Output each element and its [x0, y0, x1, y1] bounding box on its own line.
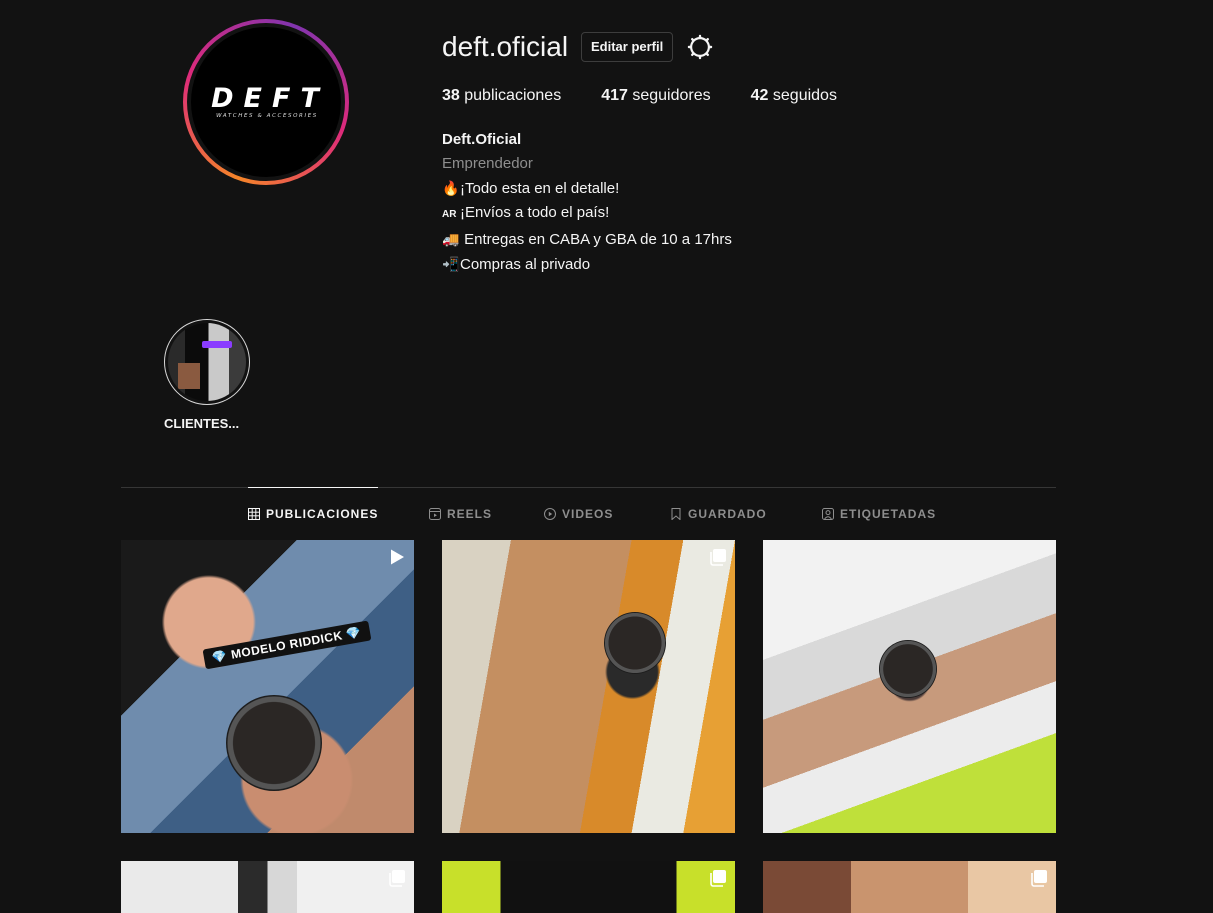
bio-line: 📲Compras al privado [442, 252, 732, 277]
highlight-cover-photo [178, 363, 200, 389]
post-thumbnail[interactable] [121, 861, 414, 913]
truck-icon: 🚚 [442, 231, 460, 247]
bio-line-text: ¡Envíos a todo el país! [460, 204, 610, 221]
tab-guardado[interactable]: GUARDADO [670, 507, 767, 521]
highlight-label[interactable]: CLIENTES... [164, 416, 239, 431]
play-circle-icon [544, 508, 556, 520]
tab-label: PUBLICACIONES [266, 507, 379, 521]
post-thumbnail[interactable]: 💎 MODELO RIDDICK 💎 [121, 540, 414, 833]
post-thumbnail[interactable] [763, 540, 1056, 833]
reels-icon [429, 508, 441, 520]
settings-gear-icon[interactable] [687, 34, 713, 60]
bio-name: Deft.Oficial [442, 131, 522, 148]
following-label: seguidos [772, 87, 837, 104]
watch-in-photo [879, 640, 937, 698]
deft-logo: DEFT WATCHES & ACCESORIES [191, 27, 341, 177]
posts-count: 38 [442, 87, 460, 104]
bio-line-text: Compras al privado [460, 256, 591, 273]
bio-line-text: ¡Todo esta en el detalle! [460, 180, 620, 197]
post-thumbnail[interactable] [442, 540, 735, 833]
tab-label: GUARDADO [688, 507, 767, 521]
tab-label: VIDEOS [562, 507, 614, 521]
watch-in-photo [604, 612, 666, 674]
phone-icon: 📲 [442, 256, 460, 272]
argentina-flag-icon: AR [442, 209, 457, 220]
bio-line: 🔥¡Todo esta en el detalle! [442, 176, 732, 201]
highlight-cover-tag [202, 341, 232, 348]
tab-label: ETIQUETADAS [840, 507, 937, 521]
grid-icon [248, 508, 260, 520]
highlight-cover-image [168, 323, 246, 401]
logo-main-text: DEFT [211, 82, 329, 114]
logo-sub-text: WATCHES & ACCESORIES [216, 112, 318, 119]
bio-line: AR ¡Envíos a todo el país! [442, 201, 732, 227]
tab-label: REELS [447, 507, 493, 521]
tab-publicaciones[interactable]: PUBLICACIONES [248, 487, 379, 521]
post-thumbnail[interactable] [442, 861, 735, 913]
profile-tabs: PUBLICACIONES REELS VIDEOS GUARDADO ETIQ… [121, 487, 1056, 540]
followers-count: 417 [601, 87, 628, 104]
fire-icon: 🔥 [442, 180, 460, 196]
profile-page: DEFT WATCHES & ACCESORIES deft.oficial E… [0, 0, 1213, 913]
posts-label: publicaciones [464, 87, 562, 104]
following-stat[interactable]: 42 seguidos [751, 87, 837, 105]
profile-username: deft.oficial [442, 31, 569, 62]
profile-bio: Deft.Oficial Emprendedor 🔥¡Todo esta en … [442, 128, 732, 277]
profile-avatar[interactable]: DEFT WATCHES & ACCESORIES [183, 19, 349, 185]
tab-videos[interactable]: VIDEOS [544, 507, 613, 521]
carousel-icon [710, 549, 726, 566]
post-sticker-text: 💎 MODELO RIDDICK 💎 [202, 620, 372, 670]
bio-category: Emprendedor [442, 155, 533, 172]
posts-count-stat: 38 publicaciones [442, 87, 561, 105]
bio-line: 🚚 Entregas en CABA y GBA de 10 a 17hrs [442, 227, 732, 252]
reel-play-icon [391, 549, 404, 565]
following-count: 42 [750, 87, 769, 104]
edit-profile-button[interactable]: Editar perfil [581, 32, 674, 62]
tab-reels[interactable]: REELS [429, 507, 492, 521]
tab-etiquetadas[interactable]: ETIQUETADAS [822, 507, 936, 521]
carousel-icon [389, 870, 405, 887]
tagged-person-icon [822, 508, 834, 520]
watch-in-photo [226, 695, 322, 791]
followers-stat[interactable]: 417 seguidores [601, 87, 710, 105]
followers-label: seguidores [632, 87, 711, 104]
profile-stats: 38 publicaciones 417 seguidores 42 segui… [442, 87, 877, 105]
post-thumbnail[interactable] [763, 861, 1056, 913]
bio-line-text: Entregas en CABA y GBA de 10 a 17hrs [464, 231, 732, 248]
carousel-icon [710, 870, 726, 887]
carousel-icon [1031, 870, 1047, 887]
story-highlight[interactable] [164, 319, 250, 405]
bookmark-icon [671, 508, 681, 520]
